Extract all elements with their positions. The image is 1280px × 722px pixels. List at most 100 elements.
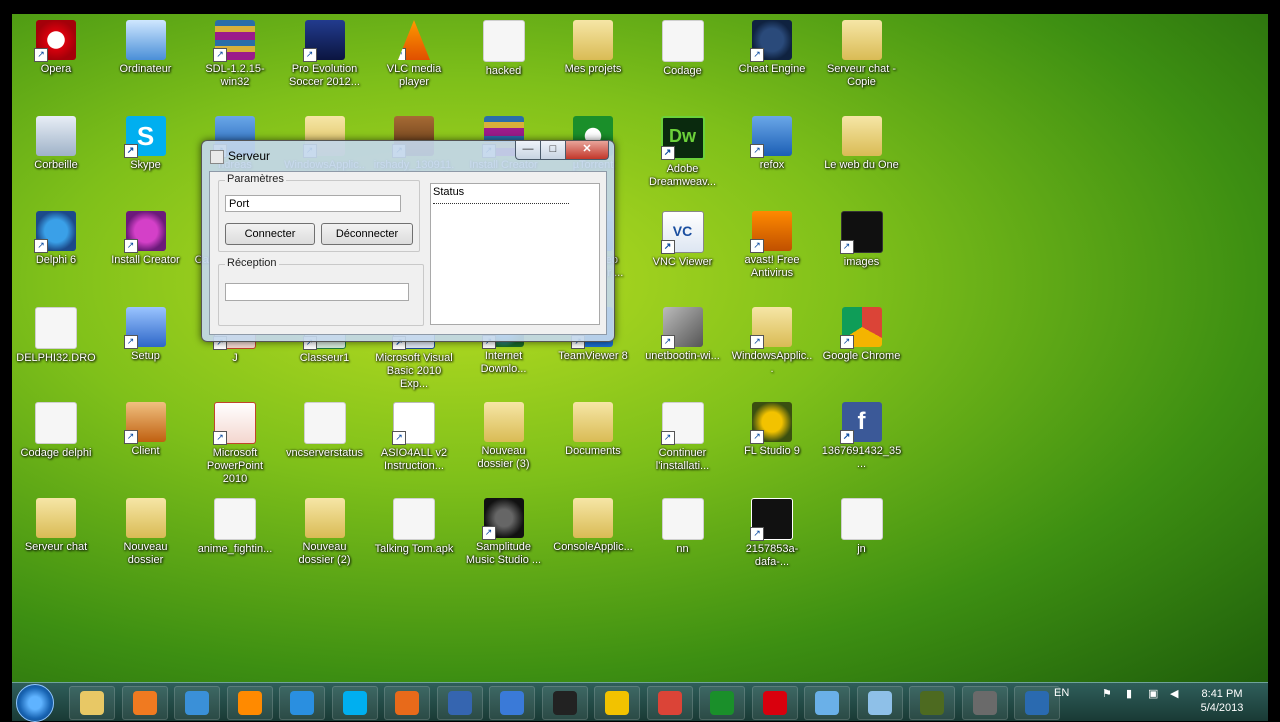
desktop-icon[interactable]: Dw ↗ Adobe Dreamweav... xyxy=(642,115,724,189)
desktop-icon[interactable]: anime_fightin... xyxy=(194,498,276,556)
taskbar-button[interactable] xyxy=(174,686,220,720)
avant-icon xyxy=(500,691,524,715)
desktop-icon[interactable]: VC ↗ VNC Viewer xyxy=(642,211,724,269)
folder-icon xyxy=(125,498,166,538)
desktop-icon[interactable]: Le web du One xyxy=(821,115,903,172)
desktop-icon[interactable]: Codage delphi xyxy=(15,402,97,460)
desktop-icon[interactable]: jn xyxy=(821,498,903,556)
desktop-icon[interactable]: ↗ unetbootin-wi... xyxy=(642,306,724,363)
desktop-icon[interactable]: DELPHI32.DRO xyxy=(15,306,97,365)
shortcut-arrow-icon: ↗ xyxy=(481,526,496,540)
desktop-icon-label: unetbootin-wi... xyxy=(645,349,720,362)
desktop-icon-label: Classeur1 xyxy=(299,351,350,364)
desktop-icon[interactable]: ↗ Microsoft PowerPoint 2010 xyxy=(194,402,276,486)
desktop-icon[interactable]: ↗ SDL-1.2.15-win32 xyxy=(194,20,276,89)
desktop-icon[interactable]: Nouveau dossier (2) xyxy=(284,498,366,567)
desktop-icon[interactable]: ↗ Setup xyxy=(105,306,187,363)
taskbar-button[interactable] xyxy=(226,686,273,720)
desktop-icon[interactable]: Ordinateur xyxy=(105,20,187,76)
desktop-icon[interactable]: Codage xyxy=(642,20,724,78)
taskbar-button[interactable] xyxy=(121,686,168,720)
language-indicator[interactable]: EN xyxy=(1054,687,1069,699)
taskbar-button[interactable] xyxy=(804,686,850,720)
start-button[interactable] xyxy=(16,684,54,722)
flag-icon[interactable]: ⚑ xyxy=(1102,687,1112,700)
desktop-icon[interactable]: ↗ refox xyxy=(731,115,813,172)
vb-icon xyxy=(447,691,472,715)
desktop: ↗ Opera Ordinateur ↗ SDL-1.2.15-win32 ↗ Pro Ev… xyxy=(12,14,1268,682)
shortcut-arrow-icon: ↗ xyxy=(750,527,764,541)
desktop-icon[interactable]: ↗ images xyxy=(821,211,903,269)
desktop-icon[interactable]: ↗ Install Creator xyxy=(105,211,187,267)
desktop-icon[interactable]: ↗ 2157853a-dafa-... xyxy=(731,498,813,569)
taskbar-button[interactable] xyxy=(594,686,640,720)
maximize-button[interactable]: □ xyxy=(540,141,566,160)
window-titlebar[interactable]: Serveur xyxy=(210,145,270,167)
desktop-icon-label: Documents xyxy=(565,445,621,458)
taskbar-button[interactable] xyxy=(751,686,798,720)
shortcut-arrow-icon: ↗ xyxy=(213,431,227,446)
desktop-icon[interactable]: ↗ Cheat Engine xyxy=(731,20,813,76)
taskbar-button[interactable] xyxy=(541,686,588,720)
clock[interactable]: 8:41 PM 5/4/2013 xyxy=(1190,687,1254,715)
desktop-icon[interactable]: S ↗ Skype xyxy=(105,115,187,172)
taskbar-button[interactable] xyxy=(489,686,535,720)
desktop-icon[interactable]: ↗ Opera xyxy=(15,20,97,76)
desktop-icon-label: Ordinateur xyxy=(119,63,172,75)
desktop-icon-label: DELPHI32.DRO xyxy=(16,351,96,364)
desktop-icon[interactable]: f ↗ 1367691432_35... xyxy=(821,402,903,471)
desktop-icon[interactable]: Nouveau dossier (3) xyxy=(463,402,545,471)
desktop-icon[interactable]: Serveur chat - Copie xyxy=(821,20,903,89)
port-input[interactable]: Port xyxy=(225,195,401,212)
taskbar-button[interactable] xyxy=(909,686,955,720)
desktop-icon-label: vncserverstatus xyxy=(285,447,364,460)
disconnect-button[interactable]: Déconnecter xyxy=(321,223,413,245)
desktop-icon[interactable]: Documents xyxy=(552,402,634,458)
desktop-icon[interactable]: ↗ VLC media player xyxy=(373,20,455,89)
taskbar-button[interactable] xyxy=(856,686,903,720)
taskbar-button[interactable] xyxy=(279,686,325,720)
desktop-icon[interactable]: Nouveau dossier xyxy=(105,498,187,567)
close-button[interactable]: ✕ xyxy=(565,141,609,160)
desktop-icon[interactable]: ↗ Pro Evolution Soccer 2012... xyxy=(284,20,366,89)
installer-icon: ↗ xyxy=(660,402,704,446)
desktop-icon[interactable]: ↗ ASIO4ALL v2 Instruction... xyxy=(373,402,455,473)
desktop-icon[interactable]: ↗ Delphi 6 xyxy=(15,211,97,267)
shortcut-arrow-icon: ↗ xyxy=(302,48,317,62)
desktop-icon-label: 1367691432_35... xyxy=(821,445,902,471)
shortcut-arrow-icon: ↗ xyxy=(839,334,854,349)
connect-button[interactable]: Connecter xyxy=(225,223,315,245)
desktop-icon-label: J xyxy=(232,351,238,364)
reception-input[interactable] xyxy=(225,283,409,301)
desktop-icon[interactable]: Serveur chat xyxy=(15,498,97,554)
desktop-icon[interactable]: ConsoleApplic... xyxy=(552,498,634,554)
serveur-window[interactable]: Serveur — □ ✕ Paramètres Port Connecter … xyxy=(201,140,615,342)
desktop-icon[interactable]: ↗ Google Chrome xyxy=(821,306,903,363)
desktop-icon[interactable]: ↗ avast! Free Antivirus xyxy=(731,211,813,280)
taskbar-button[interactable] xyxy=(436,686,483,720)
desktop-icon[interactable]: ↗ Client xyxy=(105,402,187,458)
taskbar-button[interactable] xyxy=(384,686,430,720)
battery-icon[interactable]: ▮ xyxy=(1126,687,1132,700)
taskbar-button[interactable] xyxy=(69,686,115,720)
desktop-icon[interactable]: ↗ Samplitude Music Studio ... xyxy=(463,498,545,567)
desktop-icon-label: Microsoft Visual Basic 2010 Exp... xyxy=(375,351,453,390)
desktop-icon[interactable]: nn xyxy=(642,498,724,556)
network-icon[interactable]: ▣ xyxy=(1148,687,1158,700)
volume-icon[interactable]: ◀ xyxy=(1170,687,1178,700)
taskbar-button[interactable] xyxy=(331,686,378,720)
desktop-icon[interactable]: hacked xyxy=(463,20,545,78)
desktop-icon[interactable]: ↗ FL Studio 9 xyxy=(731,402,813,458)
minimize-button[interactable]: — xyxy=(515,141,541,160)
desktop-icon[interactable]: vncserverstatus xyxy=(284,402,366,460)
desktop-icon[interactable]: ↗ Continuer l'installati... xyxy=(642,402,724,473)
desktop-icon[interactable]: Mes projets xyxy=(552,20,634,76)
status-listbox[interactable]: Status xyxy=(430,183,600,325)
desktop-icon[interactable]: Talking Tom.apk xyxy=(373,498,455,556)
shortcut-arrow-icon: ↗ xyxy=(750,239,764,254)
desktop-icon[interactable]: ↗WindowsApplic... xyxy=(731,306,813,376)
taskbar-button[interactable] xyxy=(961,686,1008,720)
taskbar-button[interactable] xyxy=(646,686,693,720)
taskbar-button[interactable] xyxy=(699,686,745,720)
desktop-icon[interactable]: Corbeille xyxy=(15,115,97,172)
